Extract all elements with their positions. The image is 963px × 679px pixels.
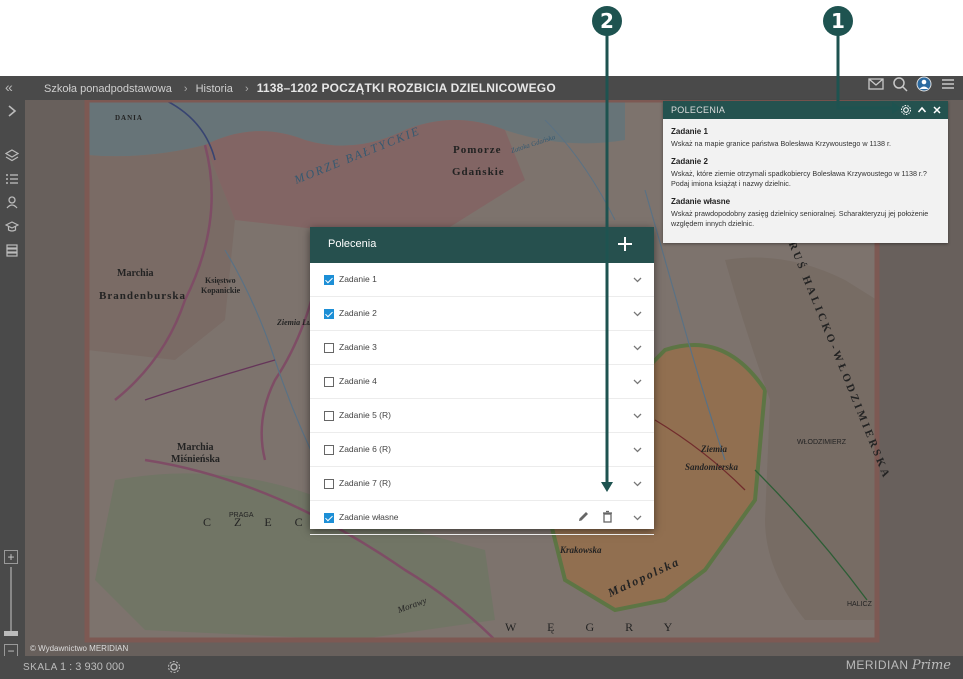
panel-collapse-icon[interactable] (916, 104, 928, 116)
breadcrumb-separator: › (244, 83, 249, 95)
panel-close-icon[interactable] (931, 104, 943, 116)
task-checkbox[interactable] (324, 275, 334, 285)
task-row[interactable]: Zadanie 4 (310, 365, 654, 399)
task-checkbox[interactable] (324, 377, 334, 387)
task-checkbox[interactable] (324, 513, 334, 523)
brand-logo: MERIDIAN Prime (846, 658, 951, 673)
callout-1: 1 (823, 6, 853, 36)
task-title: Zadanie 1 (671, 127, 708, 136)
task-checkbox[interactable] (324, 309, 334, 319)
bottom-bar: SKALA 1 : 3 930 000 MERIDIAN Prime (0, 656, 963, 679)
panel-header: POLECENIA (663, 101, 948, 119)
task-label: Zadanie własne (339, 512, 399, 522)
task-row[interactable]: Zadanie 3 (310, 331, 654, 365)
chevron-down-icon[interactable] (633, 411, 642, 420)
chevron-down-icon[interactable] (633, 309, 642, 318)
task-row[interactable]: Zadanie 7 (R) (310, 467, 654, 501)
task-row[interactable]: Zadanie 1 (310, 263, 654, 297)
zoom-slider-thumb[interactable] (4, 631, 18, 636)
stack-icon[interactable] (5, 243, 19, 257)
breadcrumb-item-history[interactable]: Historia (196, 83, 233, 95)
breadcrumb-item-school[interactable]: Szkoła ponadpodstawowa (44, 83, 172, 95)
task-label: Zadanie 2 (339, 308, 377, 318)
user-icon[interactable] (916, 76, 932, 92)
panel-settings-icon[interactable] (900, 104, 912, 116)
dialog-header: Polecenia (310, 227, 654, 263)
scale-value: 1 : 3 930 000 (60, 661, 125, 673)
task-row[interactable]: Zadanie 5 (R) (310, 399, 654, 433)
task-label: Zadanie 7 (R) (339, 478, 391, 488)
task-text: Wskaż, które ziemie otrzymali spadkobier… (671, 169, 927, 188)
layers-icon[interactable] (5, 149, 19, 163)
collapse-left-icon[interactable]: « (5, 79, 13, 95)
left-sidebar: + − (0, 100, 25, 658)
task-checkbox[interactable] (324, 479, 334, 489)
callout-2: 2 (592, 6, 622, 36)
scale-label: SKALA (23, 662, 58, 673)
polecenia-dialog: Polecenia Zadanie 1 Zadanie 2 Zadanie 3 Zad… (310, 227, 654, 535)
task-text: Wskaż prawdopodobny zasięg dzielnicy sen… (671, 209, 929, 228)
dialog-title: Polecenia (328, 238, 377, 250)
task-label: Zadanie 6 (R) (339, 444, 391, 454)
chevron-down-icon[interactable] (633, 377, 642, 386)
menu-icon[interactable] (940, 76, 956, 92)
task-row[interactable]: Zadanie 6 (R) (310, 433, 654, 467)
breadcrumb: Szkoła ponadpodstawowa › Historia › 1138… (44, 81, 560, 95)
search-icon[interactable] (892, 76, 908, 92)
panel-title: POLECENIA (671, 105, 726, 115)
task-label: Zadanie 4 (339, 376, 377, 386)
polecenia-panel: POLECENIA Zadanie 1 Wskaż na mapie grani… (663, 101, 948, 243)
zoom-in-button[interactable]: + (4, 550, 18, 564)
task-label: Zadanie 3 (339, 342, 377, 352)
edit-icon[interactable] (577, 510, 590, 523)
task-title: Zadanie własne (671, 197, 731, 206)
task-row[interactable]: Zadanie 2 (310, 297, 654, 331)
copyright-text: © Wydawnictwo MERIDIAN (30, 644, 129, 653)
graduation-icon[interactable] (5, 220, 19, 234)
task-checkbox[interactable] (324, 411, 334, 421)
task-title: Zadanie 2 (671, 157, 708, 166)
expand-icon[interactable] (5, 104, 19, 118)
page-title: 1138–1202 POCZĄTKI ROZBICIA DZIELNICOWEG… (256, 81, 556, 95)
panel-task-own: Zadanie własne Wskaż prawdopodobny zasię… (663, 197, 948, 229)
task-text: Wskaż na mapie granice państwa Bolesława… (671, 139, 891, 148)
panel-task-2: Zadanie 2 Wskaż, które ziemie otrzymali … (663, 157, 948, 189)
task-checkbox[interactable] (324, 343, 334, 353)
brand-prime: Prime (911, 658, 951, 673)
mail-icon[interactable] (868, 76, 884, 92)
add-icon[interactable] (616, 235, 634, 253)
zoom-track[interactable] (10, 567, 12, 631)
chevron-down-icon[interactable] (633, 275, 642, 284)
breadcrumb-separator: › (183, 83, 188, 95)
task-checkbox[interactable] (324, 445, 334, 455)
chevron-down-icon[interactable] (633, 513, 642, 522)
task-label: Zadanie 5 (R) (339, 410, 391, 420)
pin-icon[interactable] (5, 195, 19, 209)
panel-task-1: Zadanie 1 Wskaż na mapie granice państwa… (663, 127, 948, 149)
brand-meridian: MERIDIAN (845, 658, 909, 672)
list-icon[interactable] (5, 172, 19, 186)
chevron-down-icon[interactable] (633, 479, 642, 488)
task-list: Zadanie 1 Zadanie 2 Zadanie 3 Zadanie 4 Zada… (310, 263, 654, 535)
settings-icon[interactable] (167, 660, 181, 674)
top-bar: « Szkoła ponadpodstawowa › Historia › 11… (0, 76, 963, 100)
task-label: Zadanie 1 (339, 274, 377, 284)
trash-icon[interactable] (601, 510, 614, 523)
chevron-down-icon[interactable] (633, 445, 642, 454)
task-row[interactable]: Zadanie własne (310, 501, 654, 535)
chevron-down-icon[interactable] (633, 343, 642, 352)
